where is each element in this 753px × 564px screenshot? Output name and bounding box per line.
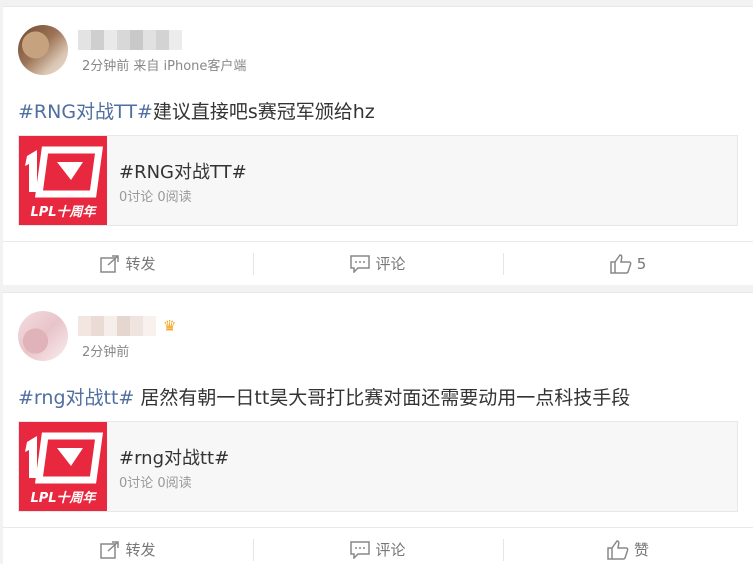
topic-title[interactable]: #rng对战tt# [119, 444, 229, 470]
like-count: 5 [636, 254, 647, 273]
post-meta: 2分钟前 来自 iPhone客户端 [82, 59, 247, 74]
avatar[interactable] [18, 311, 68, 361]
comment-label: 评论 [375, 541, 406, 559]
comment-icon [350, 540, 371, 559]
post-text: #RNG对战TT#建议直接吧s赛冠军颁给hz [18, 97, 375, 124]
comment-button[interactable]: 评论 [253, 528, 503, 564]
repost-icon [100, 254, 120, 273]
topic-card[interactable]: LPL十周年 #RNG对战TT# 0讨论 0阅读 [18, 135, 738, 226]
weibo-post-2: ♛ 2分钟前 #rng对战tt# 居然有朝一日tt昊大哥打比赛对面还需要动用一点… [3, 292, 753, 564]
lpl-logo: LPL十周年 [19, 136, 107, 225]
username-mosaic[interactable] [78, 30, 182, 50]
post-meta: 2分钟前 [82, 345, 130, 360]
post-body: 居然有朝一日tt昊大哥打比赛对面还需要动用一点科技手段 [134, 387, 631, 409]
like-icon [609, 253, 632, 274]
like-button[interactable]: 5 [503, 242, 753, 285]
repost-label: 转发 [125, 541, 156, 559]
comment-button[interactable]: 评论 [253, 242, 503, 285]
repost-button[interactable]: 转发 [3, 528, 253, 564]
logo-text: LPL十周年 [30, 204, 97, 220]
like-icon [607, 539, 629, 560]
topic-title[interactable]: #RNG对战TT# [119, 158, 247, 184]
hashtag-link[interactable]: #rng对战tt# [18, 387, 134, 409]
repost-button[interactable]: 转发 [3, 242, 253, 285]
avatar[interactable] [18, 25, 68, 75]
lpl-logo: LPL十周年 [19, 422, 107, 511]
topic-stats: 0讨论 0阅读 [119, 476, 192, 491]
repost-icon [100, 540, 120, 559]
post-text: #rng对战tt# 居然有朝一日tt昊大哥打比赛对面还需要动用一点科技手段 [18, 383, 630, 410]
hashtag-link[interactable]: #RNG对战TT# [18, 101, 153, 123]
repost-label: 转发 [125, 255, 156, 273]
topic-stats: 0讨论 0阅读 [119, 190, 192, 205]
like-button[interactable]: 赞 [503, 528, 753, 564]
crown-icon: ♛ [163, 317, 177, 335]
action-bar: 转发 评论 赞 [3, 527, 753, 564]
comment-icon [350, 254, 371, 273]
topic-card[interactable]: LPL十周年 #rng对战tt# 0讨论 0阅读 [18, 421, 738, 512]
action-bar: 转发 评论 5 [3, 241, 753, 285]
post-body: 建议直接吧s赛冠军颁给hz [152, 101, 375, 123]
weibo-post-1: 2分钟前 来自 iPhone客户端 #RNG对战TT#建议直接吧s赛冠军颁给hz… [3, 6, 753, 285]
like-label: 赞 [633, 541, 649, 559]
logo-text: LPL十周年 [30, 490, 97, 506]
username-mosaic[interactable] [78, 316, 156, 336]
comment-label: 评论 [375, 255, 406, 273]
